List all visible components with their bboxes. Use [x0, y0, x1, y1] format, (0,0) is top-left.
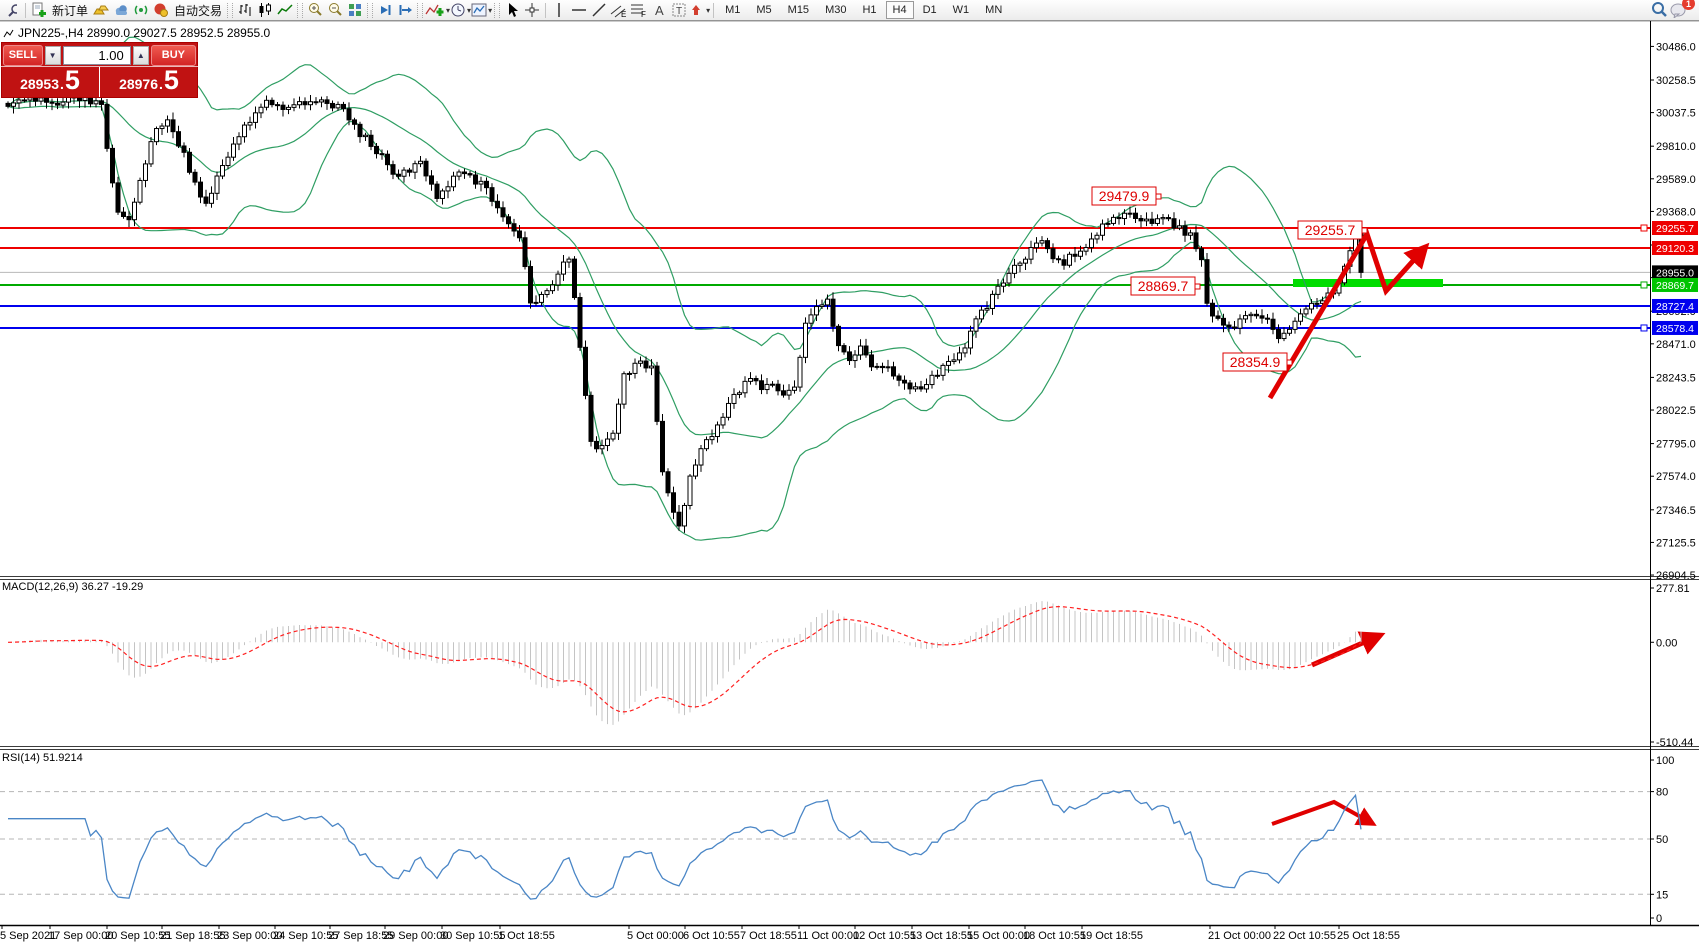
- chart-corner-icon: [3, 28, 14, 39]
- svg-text:30258.5: 30258.5: [1656, 75, 1696, 87]
- svg-text:28869.7: 28869.7: [1138, 278, 1189, 294]
- rsi-indicator-label: RSI(14) 51.9214: [2, 752, 83, 764]
- svg-text:19 Oct 18:55: 19 Oct 18:55: [1080, 930, 1143, 942]
- svg-text:29 Sep 00:00: 29 Sep 00:00: [383, 930, 448, 942]
- ask-pip: 5: [164, 68, 179, 92]
- svg-text:22 Oct 10:55: 22 Oct 10:55: [1273, 930, 1336, 942]
- volume-increase-button[interactable]: ▲: [133, 46, 149, 65]
- svg-text:29479.9: 29479.9: [1099, 188, 1150, 204]
- bid-price[interactable]: 28953.5: [1, 67, 100, 97]
- svg-text:27346.5: 27346.5: [1656, 505, 1696, 517]
- svg-text:1 Oct 18:55: 1 Oct 18:55: [498, 930, 555, 942]
- price-label-box[interactable]: 29479.9: [1092, 187, 1161, 205]
- chart-canvas[interactable]: 30486.0 30258.5 30037.5 29810.0 29589.0 29368…: [0, 0, 1699, 945]
- svg-text:277.81: 277.81: [1656, 583, 1690, 595]
- macd-indicator-label: MACD(12,26,9) 36.27 -19.29: [2, 581, 143, 593]
- svg-text:29810.0: 29810.0: [1656, 141, 1696, 153]
- price-lines: [0, 228, 1650, 328]
- bid-pip: 5: [65, 68, 80, 92]
- svg-text:0.00: 0.00: [1656, 637, 1677, 649]
- svg-text:50: 50: [1656, 834, 1668, 846]
- macd-pane: 277.81 0.00 -510.44: [8, 583, 1693, 749]
- ask-main: 28976: [119, 76, 158, 92]
- svg-text:28354.9: 28354.9: [1230, 354, 1281, 370]
- svg-text:13 Oct 18:55: 13 Oct 18:55: [910, 930, 973, 942]
- svg-text:28727.4: 28727.4: [1656, 301, 1694, 313]
- ask-price[interactable]: 28976.5: [100, 67, 198, 97]
- ask-dot: .: [159, 76, 163, 92]
- sell-button[interactable]: SELL: [3, 45, 43, 66]
- svg-text:11 Oct 00:00: 11 Oct 00:00: [797, 930, 859, 942]
- svg-text:80: 80: [1656, 787, 1668, 799]
- bid-dot: .: [60, 76, 64, 92]
- svg-text:15 Oct 00:00: 15 Oct 00:00: [967, 930, 1030, 942]
- svg-text:29255.7: 29255.7: [1656, 223, 1694, 235]
- pane-borders: [0, 21, 1699, 926]
- svg-text:28578.4: 28578.4: [1656, 323, 1694, 335]
- red-arrow[interactable]: [1272, 802, 1368, 824]
- svg-text:30037.5: 30037.5: [1656, 108, 1696, 120]
- bid-main: 28953: [20, 76, 59, 92]
- red-arrow[interactable]: [1312, 638, 1374, 665]
- svg-text:28955.0: 28955.0: [1656, 267, 1694, 279]
- chart-title: JPN225-,H4 28990.0 29027.5 28952.5 28955…: [3, 26, 270, 40]
- svg-text:29368.0: 29368.0: [1656, 206, 1696, 218]
- svg-text:29255.7: 29255.7: [1305, 222, 1356, 238]
- svg-text:29589.0: 29589.0: [1656, 174, 1696, 186]
- svg-text:29120.3: 29120.3: [1656, 243, 1694, 255]
- svg-text:27795.0: 27795.0: [1656, 439, 1696, 451]
- volume-decrease-button[interactable]: ▼: [45, 46, 61, 65]
- price-label-box[interactable]: 28869.7: [1131, 277, 1200, 295]
- volume-input[interactable]: 1.00: [63, 46, 131, 65]
- time-axis: 5 Sep 202117 Sep 00:0020 Sep 10:5521 Sep…: [0, 925, 1400, 942]
- one-click-trading-panel: SELL ▼ 1.00 ▲ BUY 28953.5 28976.5: [1, 42, 198, 98]
- svg-text:21 Oct 00:00: 21 Oct 00:00: [1208, 930, 1271, 942]
- svg-text:6 Oct 10:55: 6 Oct 10:55: [683, 930, 740, 942]
- svg-text:30 Sep 10:55: 30 Sep 10:55: [440, 930, 505, 942]
- candles-layer: [6, 90, 1363, 533]
- mt4-window: 新订单 自动交易 ▾ ▾ ▾ E F A T ▾ M1M5M15M30H1H4D: [0, 0, 1699, 945]
- svg-text:30486.0: 30486.0: [1656, 41, 1696, 53]
- svg-text:28022.5: 28022.5: [1656, 405, 1696, 417]
- buy-button[interactable]: BUY: [151, 45, 196, 66]
- svg-text:5 Oct 00:00: 5 Oct 00:00: [627, 930, 684, 942]
- symbol-ohlc-text: JPN225-,H4 28990.0 29027.5 28952.5 28955…: [18, 26, 270, 40]
- svg-text:21 Sep 18:55: 21 Sep 18:55: [160, 930, 225, 942]
- price-label-box[interactable]: 29255.7: [1298, 221, 1367, 239]
- svg-text:25 Oct 18:55: 25 Oct 18:55: [1337, 930, 1400, 942]
- svg-text:-510.44: -510.44: [1656, 737, 1693, 749]
- svg-text:18 Oct 10:55: 18 Oct 10:55: [1023, 930, 1086, 942]
- svg-text:100: 100: [1656, 755, 1674, 767]
- svg-text:28243.5: 28243.5: [1656, 372, 1696, 384]
- svg-text:27574.0: 27574.0: [1656, 471, 1696, 483]
- rsi-pane: 100 80 50 15 0: [0, 755, 1674, 925]
- price-label-box[interactable]: 28354.9: [1223, 353, 1292, 371]
- svg-text:12 Oct 10:55: 12 Oct 10:55: [853, 930, 916, 942]
- svg-text:17 Sep 00:00: 17 Sep 00:00: [48, 930, 113, 942]
- svg-text:28471.0: 28471.0: [1656, 339, 1696, 351]
- svg-text:26904.5: 26904.5: [1656, 570, 1696, 582]
- svg-text:15: 15: [1656, 889, 1668, 901]
- svg-text:7 Oct 18:55: 7 Oct 18:55: [740, 930, 797, 942]
- svg-text:0: 0: [1656, 913, 1662, 925]
- green-highlight-bar[interactable]: [1293, 279, 1443, 287]
- red-arrow[interactable]: [1270, 234, 1421, 398]
- svg-text:27125.5: 27125.5: [1656, 537, 1696, 549]
- svg-text:28869.7: 28869.7: [1656, 280, 1694, 292]
